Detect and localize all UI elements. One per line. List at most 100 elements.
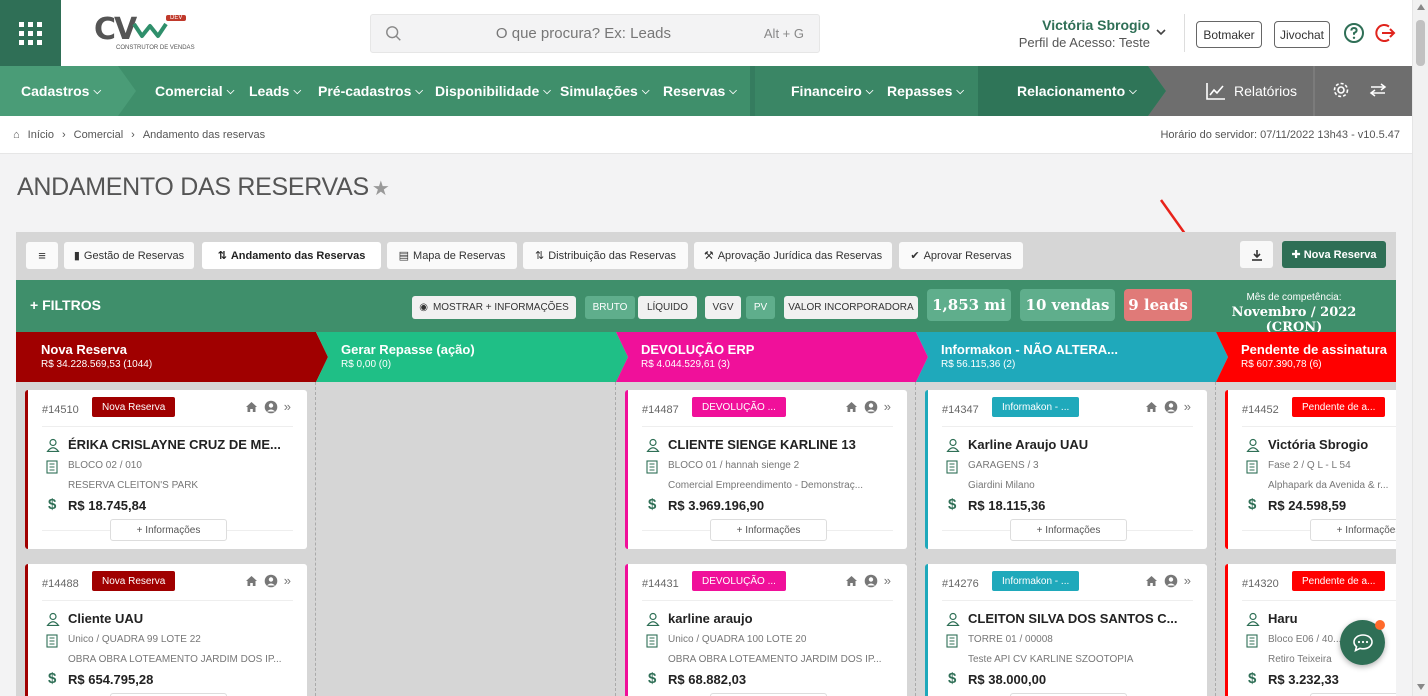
page-scrollbar[interactable]: [1412, 0, 1428, 696]
unit-info: Único / QUADRA 100 LOTE 20: [668, 634, 807, 645]
card-actions: »: [845, 399, 891, 414]
nav-cadastros[interactable]: Cadastros ⌵: [21, 66, 101, 116]
competence-month[interactable]: Mês de competência: Novembro / 2022 (CRO…: [1206, 292, 1382, 335]
user-circle-icon[interactable]: [864, 574, 878, 588]
reservation-card[interactable]: #14487 DEVOLUÇÃO ... » CLIENTE SIENGE KARLI…: [625, 390, 907, 549]
reservation-card[interactable]: #14276 Informakon - ... » CLEITON SILVA DOS…: [925, 564, 1207, 696]
user-icon: [46, 612, 60, 626]
double-chevron-right-icon[interactable]: »: [884, 573, 891, 588]
nav-repasses[interactable]: Repasses ⌵: [887, 66, 964, 116]
logo-badge: DEV: [166, 15, 187, 21]
star-icon[interactable]: ★: [372, 178, 390, 200]
tab-distribuicao-reservas[interactable]: ⇅ Distribuição das Reservas: [523, 242, 688, 269]
download-button[interactable]: [1240, 241, 1273, 268]
customer-name: Karline Araujo UAU: [968, 437, 1089, 452]
chevron-down-icon: ⌵: [226, 85, 235, 97]
reservation-number[interactable]: #14347: [942, 404, 979, 416]
nav-simulacoes[interactable]: Simulações ⌵: [560, 66, 649, 116]
breadcrumb-item[interactable]: Início: [28, 129, 54, 141]
double-chevron-right-icon[interactable]: »: [1184, 399, 1191, 414]
scrollbar-thumb[interactable]: [1416, 20, 1425, 66]
nav-relatorios[interactable]: Relatórios: [1206, 66, 1297, 116]
bruto-toggle[interactable]: BRUTO: [585, 296, 635, 319]
user-role: Perfil de Acesso: Teste: [1018, 35, 1150, 50]
more-info-button[interactable]: + Informações: [1310, 519, 1396, 541]
user-icon: [1246, 438, 1260, 452]
nav-reservas[interactable]: Reservas ⌵: [663, 66, 737, 116]
reservation-number[interactable]: #14510: [42, 404, 79, 416]
reservation-card[interactable]: #14510 Nova Reserva » ÉRIKA CRISLAYNE CRUZ …: [25, 390, 307, 549]
home-icon[interactable]: [245, 575, 258, 587]
apps-menu-button[interactable]: [0, 0, 61, 66]
user-circle-icon[interactable]: [864, 400, 878, 414]
valor-incorporadora-toggle[interactable]: VALOR INCORPORADORA: [784, 296, 918, 319]
logout-icon[interactable]: [1375, 22, 1397, 44]
home-icon[interactable]: ⌂: [13, 129, 20, 141]
reservation-number[interactable]: #14488: [42, 578, 79, 590]
double-chevron-right-icon[interactable]: »: [284, 399, 291, 414]
more-info-button[interactable]: + Informações: [1010, 519, 1127, 541]
nav-pre-cadastros[interactable]: Pré-cadastros ⌵: [318, 66, 423, 116]
user-circle-icon[interactable]: [1164, 574, 1178, 588]
menu-toggle-button[interactable]: ≡: [26, 242, 58, 269]
nav-comercial[interactable]: Comercial ⌵: [155, 66, 234, 116]
double-chevron-right-icon[interactable]: »: [284, 573, 291, 588]
reservation-number[interactable]: #14431: [642, 578, 679, 590]
vgv-toggle[interactable]: VGV: [705, 296, 741, 319]
user-circle-icon[interactable]: [264, 400, 278, 414]
reservation-card[interactable]: #14488 Nova Reserva » Cliente UAU Único / QU…: [25, 564, 307, 696]
pv-toggle[interactable]: PV: [746, 296, 775, 319]
nav-disponibilidade[interactable]: Disponibilidade ⌵: [435, 66, 551, 116]
reservation-card[interactable]: #14347 Informakon - ... » Karline Araujo UA…: [925, 390, 1207, 549]
user-icon: [646, 612, 660, 626]
botmaker-button[interactable]: Botmaker: [1196, 21, 1262, 48]
reservation-card[interactable]: #14452Pendente de a...»Victória SbrogioF…: [1225, 390, 1396, 549]
tab-gestao-reservas[interactable]: ▮ Gestão de Reservas: [64, 242, 194, 269]
filters-toggle[interactable]: + FILTROS: [30, 297, 101, 313]
user-circle-icon[interactable]: [1164, 400, 1178, 414]
gear-icon[interactable]: [1332, 81, 1350, 99]
scroll-down-icon[interactable]: [1417, 684, 1425, 690]
jivochat-button[interactable]: Jivochat: [1274, 21, 1330, 48]
more-info-button[interactable]: + Informações: [110, 519, 227, 541]
reservation-number[interactable]: #14276: [942, 578, 979, 590]
breadcrumb-item[interactable]: Comercial: [74, 129, 124, 141]
double-chevron-right-icon[interactable]: »: [1184, 573, 1191, 588]
nav-label: Comercial: [155, 83, 223, 99]
stat-total-value: 1,853 mi: [927, 289, 1011, 321]
liquido-toggle[interactable]: LÍQUIDO: [638, 296, 697, 319]
more-info-button[interactable]: ◉ MOSTRAR + INFORMAÇÕES: [412, 296, 576, 319]
scroll-up-icon[interactable]: [1417, 4, 1425, 10]
tab-mapa-reservas[interactable]: ▤ Mapa de Reservas: [387, 242, 517, 269]
tab-aprovacao-juridica[interactable]: ⚒ Aprovação Jurídica das Reservas: [694, 242, 892, 269]
tab-andamento-reservas[interactable]: ⇅ Andamento das Reservas: [202, 242, 381, 269]
more-info-button[interactable]: + Informações: [710, 519, 827, 541]
divider: [942, 426, 1193, 427]
home-icon[interactable]: [845, 575, 858, 587]
search-input[interactable]: O que procura? Ex: Leads Alt + G: [370, 14, 820, 53]
nav-relacionamento[interactable]: Relacionamento ⌵: [1017, 66, 1137, 116]
swap-icon[interactable]: [1369, 82, 1387, 98]
reservation-number[interactable]: #14320: [1242, 578, 1279, 590]
logo[interactable]: CV DEV CONSTRUTOR DE VENDAS: [94, 12, 195, 54]
nav-financeiro[interactable]: Financeiro ⌵: [791, 66, 873, 116]
nav-label: Pré-cadastros: [318, 83, 412, 99]
tab-aprovar-reservas[interactable]: ✔ Aprovar Reservas: [899, 242, 1023, 269]
new-reservation-button[interactable]: ✚ Nova Reserva: [1282, 241, 1386, 268]
reservation-number[interactable]: #14452: [1242, 404, 1279, 416]
double-chevron-right-icon[interactable]: »: [884, 399, 891, 414]
divider: [1184, 14, 1185, 52]
user-menu[interactable]: Victória Sbrogio Perfil de Acesso: Teste: [1000, 17, 1150, 50]
help-icon[interactable]: [1343, 22, 1365, 44]
user-circle-icon[interactable]: [264, 574, 278, 588]
reservation-number[interactable]: #14487: [642, 404, 679, 416]
plus-icon: ✚: [1291, 249, 1301, 261]
home-icon[interactable]: [1145, 575, 1158, 587]
unit-info: BLOCO 01 / hannah sienge 2: [668, 460, 800, 471]
home-icon[interactable]: [245, 401, 258, 413]
chevron-down-icon[interactable]: [1155, 27, 1167, 37]
nav-leads[interactable]: Leads ⌵: [249, 66, 301, 116]
reservation-card[interactable]: #14431 DEVOLUÇÃO ... » karline araujo Único …: [625, 564, 907, 696]
home-icon[interactable]: [845, 401, 858, 413]
home-icon[interactable]: [1145, 401, 1158, 413]
